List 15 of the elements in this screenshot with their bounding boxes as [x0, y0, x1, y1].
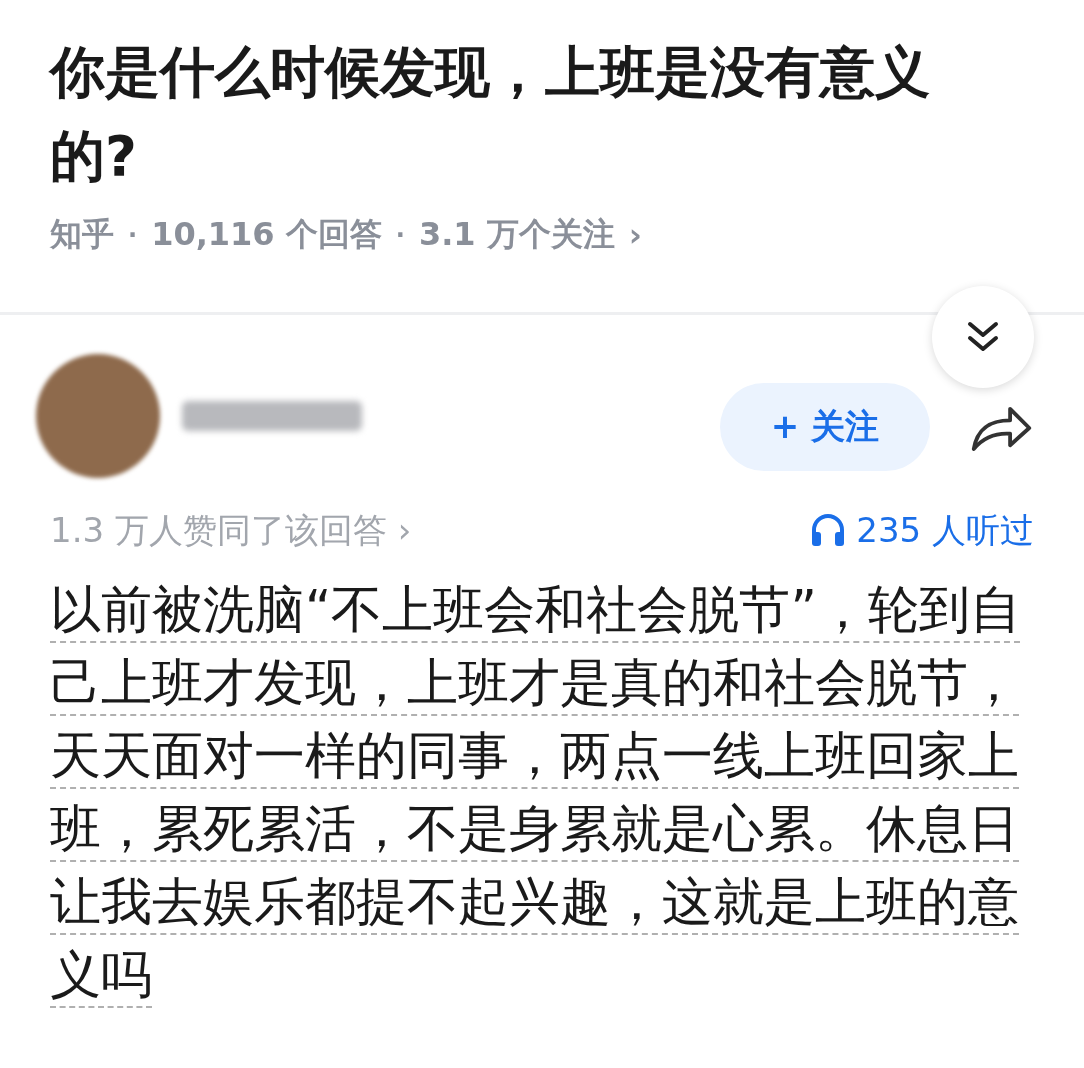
answer-text: 以前被洗脑“不上班会和社会脱节”，轮到自己上班才发现，上班才是真的和社会脱节，天天面对一样的同事，两点一线上班回家上班，累死累活，不是身累就是心累。休息日让我去娱乐都提不起兴趣，这就是上班的意义吗	[50, 579, 1022, 1006]
follower-count: 3.1 万个关注	[418, 214, 615, 255]
source-label: 知乎	[50, 214, 114, 255]
separator-dot: ·	[128, 221, 138, 249]
avatar[interactable]	[36, 354, 160, 478]
double-chevron-icon	[966, 320, 1000, 354]
question-title: 你是什么时候发现，上班是没有意义的?	[50, 39, 931, 190]
answer-count: 10,116 个回答	[151, 214, 382, 255]
scroll-down-button[interactable]	[932, 286, 1034, 388]
upvote-count[interactable]: 1.3 万人赞同了该回答 ›	[50, 510, 412, 550]
headphones-icon	[810, 512, 847, 548]
listen-count: 235 人听过	[856, 510, 1034, 550]
follow-button[interactable]: + 关注	[720, 383, 930, 471]
chevron[interactable]: ›	[628, 216, 642, 254]
separator-dot: ·	[395, 221, 405, 249]
